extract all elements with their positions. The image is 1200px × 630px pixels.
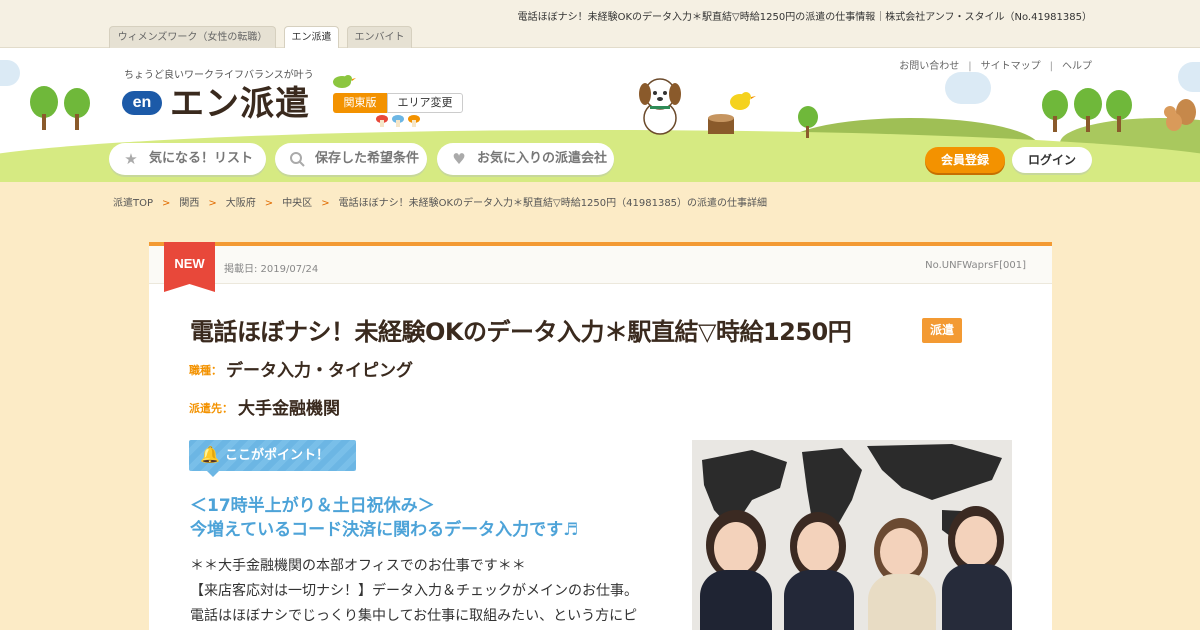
search-icon (289, 151, 305, 167)
cloud-decoration (945, 72, 991, 104)
area-change-button[interactable]: エリア変更 (387, 93, 463, 113)
workplace-photo (692, 440, 1012, 630)
contact-link[interactable]: お問い合わせ (899, 57, 959, 72)
logo-mark[interactable]: en (122, 91, 162, 115)
register-button[interactable]: 会員登録 (925, 147, 1005, 173)
nav-saved-conditions[interactable]: 保存した希望条件 (275, 143, 427, 175)
client-name: 大手金融機関 (238, 399, 340, 419)
top-strip: 電話ほぼナシ！未経験OKのデータ入力＊駅直結▽時給1250円の派遣の仕事情報｜株… (0, 0, 1200, 49)
utility-links: お問い合わせ | サイトマップ | ヘルプ (899, 57, 1092, 72)
employment-type-badge: 派遣 (922, 318, 962, 343)
point-label: ここがポイント！ (225, 448, 330, 463)
nav-favorite-agencies-label: お気に入りの派遣会社 (477, 151, 608, 166)
description-line: ＊＊大手金融機関の本部オフィスでのお仕事です＊＊ (190, 558, 526, 574)
job-category: データ入力・タイピング (226, 361, 413, 381)
tab-en-baito[interactable]: エンバイト (347, 26, 412, 48)
breadcrumb-item[interactable]: 中央区 (282, 198, 312, 209)
small-bird-icon (333, 75, 356, 88)
job-number: No.UNFWaprsF[001] (925, 260, 1026, 271)
site-logo[interactable]: エン派遣 (170, 76, 310, 125)
site-header: ちょうど良いワークライフバランスが叶う en エン派遣 関東版 エリア変更 お問… (0, 48, 1200, 182)
mushroom-icon (376, 115, 420, 127)
job-title: 電話ほぼナシ！未経験OKのデータ入力＊駅直結▽時給1250円 (190, 318, 852, 346)
category-label: 職種： (189, 364, 222, 377)
nav-favorites-list[interactable]: ★ 気になる！リスト (109, 143, 266, 175)
star-icon: ★ (124, 150, 138, 168)
dog-mascot-icon (639, 78, 681, 135)
description-line: 電話はほぼナシでじっくり集中してお仕事に取組みたい、という方にピ (190, 608, 638, 624)
cloud-decoration (1178, 62, 1200, 92)
help-link[interactable]: ヘルプ (1062, 57, 1092, 72)
bell-icon: 🔔 (200, 445, 220, 464)
cloud-decoration (0, 60, 20, 86)
breadcrumb: 派遣TOP > 関西 > 大阪府 > 中央区 > 電話ほぼナシ！未経験OKのデータ入力＊駅直結▽… (113, 198, 768, 209)
nav-saved-conditions-label: 保存した希望条件 (315, 151, 420, 166)
heart-icon: ♥ (452, 150, 466, 168)
breadcrumb-item[interactable]: 派遣TOP (113, 198, 153, 209)
login-button[interactable]: ログイン (1012, 147, 1092, 173)
highlight-line: ＜17時半上がり＆土日祝休み＞ (190, 496, 435, 516)
posted-date: 掲載日: 2019/07/24 (224, 264, 319, 275)
breadcrumb-current: 電話ほぼナシ！未経験OKのデータ入力＊駅直結▽時給1250円（41981385）… (338, 198, 768, 209)
nav-favorites-label: 気になる！リスト (149, 151, 254, 166)
point-badge-tail (207, 471, 219, 477)
client-label: 派遣先： (189, 402, 233, 415)
region-badge: 関東版 (333, 93, 387, 113)
breadcrumb-item[interactable]: 大阪府 (226, 198, 256, 209)
sitemap-link[interactable]: サイトマップ (981, 57, 1041, 72)
page-caption: 電話ほぼナシ！未経験OKのデータ入力＊駅直結▽時給1250円の派遣の仕事情報｜株… (517, 12, 1092, 23)
tab-en-haken[interactable]: エン派遣 (284, 26, 339, 49)
description-line: 【来店客応対は一切ナシ！】データ入力＆チェックがメインのお仕事。 (190, 583, 638, 599)
highlight-line: 今増えているコード決済に関わるデータ入力です♬ (190, 520, 579, 540)
breadcrumb-item[interactable]: 関西 (179, 198, 199, 209)
squirrel-icon (1164, 99, 1196, 131)
tab-womens-work[interactable]: ウィメンズワーク（女性の転職） (109, 26, 276, 48)
nav-favorite-agencies[interactable]: ♥ お気に入りの派遣会社 (437, 143, 614, 175)
point-badge: 🔔 ここがポイント！ (189, 440, 356, 471)
bird-stump-icon (708, 92, 756, 134)
